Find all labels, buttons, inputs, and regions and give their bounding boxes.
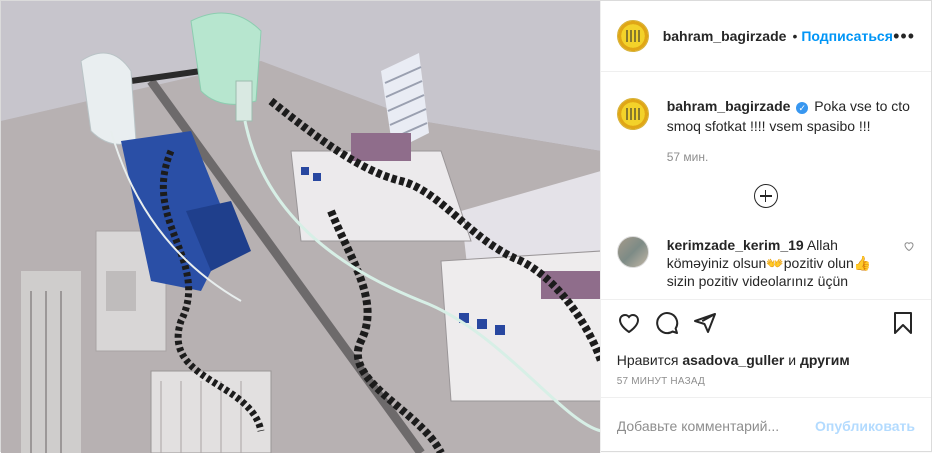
caption-body: bahram_bagirzade ✓ Poka vse to cto smoq … [667,96,915,136]
comment-body: kerimzade_kerim_19 Allah köməyiniz olsun… [667,236,877,290]
caption-avatar[interactable] [616,98,649,130]
likes-user[interactable]: asadova_guller [682,352,784,368]
comments-list[interactable]: bahram_bagirzade ✓ Poka vse to cto smoq … [601,72,931,299]
likes-prefix: Нравится [616,352,683,368]
header-separator: • [792,28,798,44]
comment-username[interactable]: kerimzade_kerim_19 [667,237,804,253]
likes-others[interactable]: другим [800,352,850,368]
post-header: bahram_bagirzade • Подписаться ••• [600,1,931,72]
post-timestamp[interactable]: 57 МИНУТ НАЗАД [601,371,931,397]
post-photo[interactable] [1,1,600,453]
caption-time: 57 мин. [666,150,709,164]
commenter-avatar[interactable] [616,236,649,268]
plus-circle-icon[interactable] [753,184,778,208]
post-modal: bahram_bagirzade • Подписаться ••• bahra… [0,0,932,453]
post-side-panel: bahram_bagirzade • Подписаться ••• bahra… [599,1,931,453]
more-options-icon[interactable]: ••• [893,27,915,45]
share-icon[interactable] [693,311,717,338]
author-username[interactable]: bahram_bagirzade [663,28,787,44]
heart-icon[interactable] [617,311,641,338]
likes-mid: и [784,352,800,368]
action-bar [600,299,931,349]
verified-badge-icon: ✓ [796,102,809,114]
author-avatar[interactable] [616,20,649,52]
comment-icon[interactable] [655,311,679,338]
publish-button[interactable]: Опубликовать [815,418,915,434]
follow-button[interactable]: Подписаться [801,28,893,44]
hospital-photo-illustration [1,1,600,453]
comment-like-heart-icon[interactable] [903,240,915,252]
post-caption: bahram_bagirzade ✓ Poka vse to cto smoq … [616,96,915,136]
comment-item: kerimzade_kerim_19 Allah köməyiniz olsun… [616,236,915,290]
likes-summary: Нравится asadova_guller и другим [601,349,931,371]
caption-username[interactable]: bahram_bagirzade [667,98,791,114]
add-comment-bar: Опубликовать [600,397,931,453]
bookmark-icon[interactable] [891,311,915,338]
comment-input[interactable] [616,417,816,434]
